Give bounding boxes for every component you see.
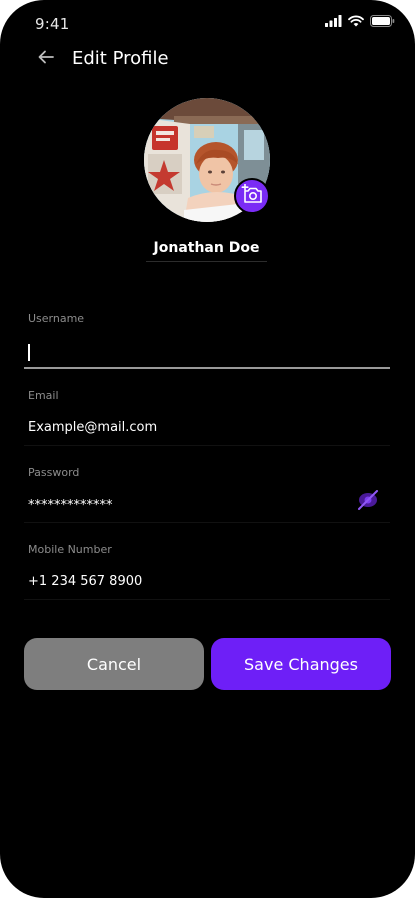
- header: Edit Profile: [0, 40, 415, 80]
- username-field: Username: [24, 312, 390, 372]
- email-underline: [24, 445, 390, 446]
- change-photo-button[interactable]: [234, 178, 270, 214]
- phone-screen: 9:41 Edit Profile Jonathan Doe Username …: [0, 0, 415, 898]
- text-caret: [28, 344, 30, 361]
- eye-off-icon: [357, 489, 379, 515]
- mobile-label: Mobile Number: [28, 543, 112, 556]
- back-button[interactable]: [34, 48, 58, 70]
- mobile-underline: [24, 599, 390, 600]
- email-label: Email: [28, 389, 59, 402]
- signal-icon: [325, 14, 342, 32]
- save-changes-button[interactable]: Save Changes: [211, 638, 391, 690]
- name-divider: [146, 261, 267, 262]
- status-time: 9:41: [35, 15, 70, 33]
- username-label: Username: [28, 312, 85, 325]
- status-icons: [325, 14, 395, 32]
- add-photo-icon: [241, 183, 263, 209]
- mobile-field: Mobile Number +1 234 567 8900: [24, 543, 390, 603]
- cancel-button[interactable]: Cancel: [24, 638, 204, 690]
- wifi-icon: [348, 14, 364, 32]
- email-input[interactable]: Example@mail.com: [28, 420, 348, 435]
- password-field: Password *************: [24, 466, 390, 526]
- email-field: Email Example@mail.com: [24, 389, 390, 449]
- username-underline: [24, 367, 390, 369]
- page-title: Edit Profile: [72, 48, 169, 69]
- mobile-input[interactable]: +1 234 567 8900: [28, 574, 348, 589]
- username-input[interactable]: [28, 343, 348, 358]
- password-visibility-toggle[interactable]: [356, 489, 380, 515]
- battery-icon: [370, 14, 395, 32]
- password-underline: [24, 522, 390, 523]
- password-input[interactable]: *************: [28, 498, 348, 513]
- profile-name: Jonathan Doe: [153, 240, 260, 256]
- password-label: Password: [28, 466, 80, 479]
- avatar-container: [144, 98, 272, 222]
- arrow-left-icon: [38, 50, 54, 69]
